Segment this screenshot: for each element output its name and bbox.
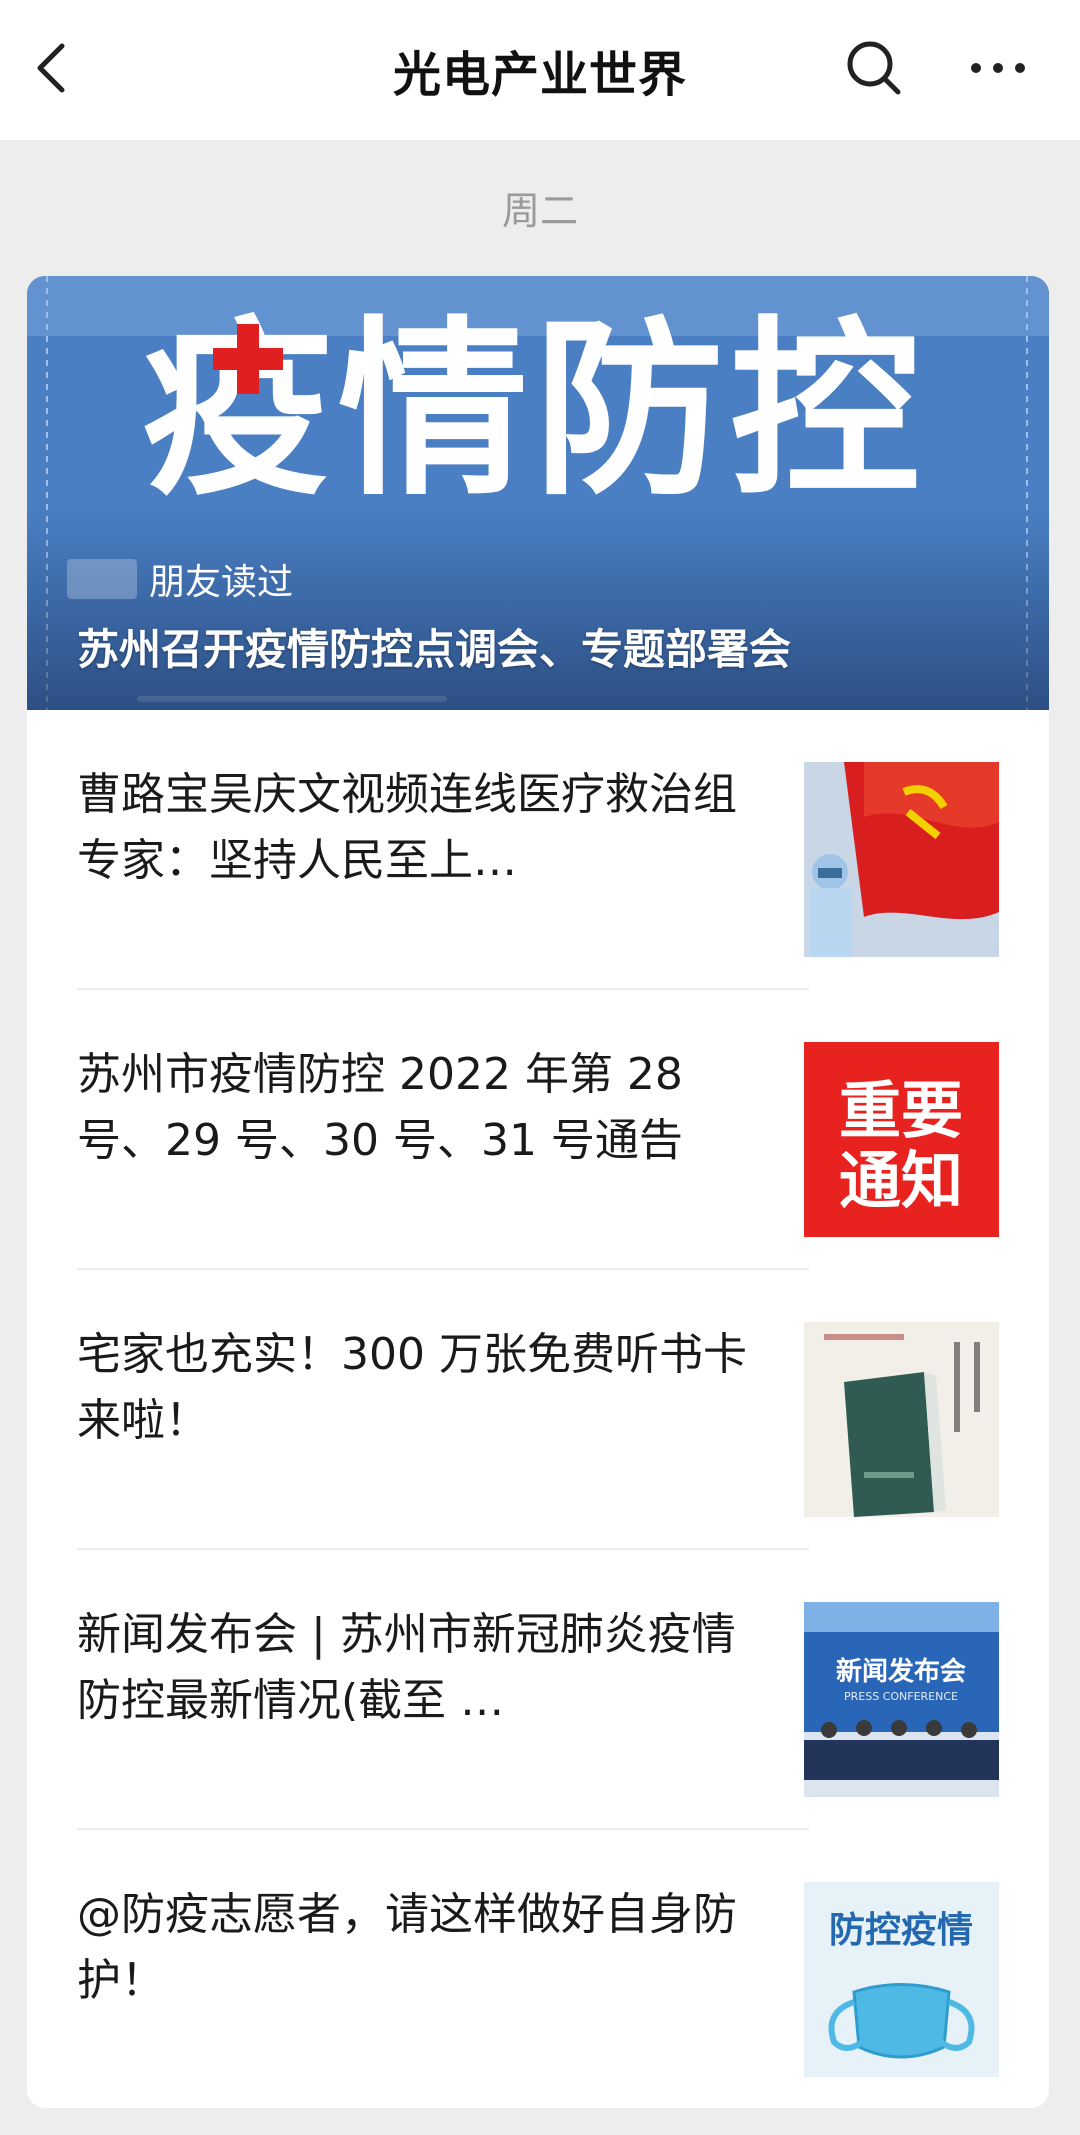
mask-thumb-text: 防控疫情 (829, 1910, 973, 1951)
article-card: 疫情防控 朋友读过 苏州召开疫情防控点调会、专题部署会 曹路宝吴庆文视频连线医疗… (27, 276, 1049, 2108)
mask-thumbnail: 防控疫情 (804, 1882, 999, 2077)
press-thumb-title: 新闻发布会 (836, 1656, 966, 1687)
friend-read-badge: 朋友读过 (67, 556, 294, 603)
friend-read-text: 朋友读过 (149, 562, 294, 603)
list-item[interactable]: 苏州市疫情防控 2022 年第 28 号、29 号、30 号、31 号通告 重要… (27, 990, 1049, 1270)
hero-article[interactable]: 疫情防控 朋友读过 苏州召开疫情防控点调会、专题部署会 (27, 276, 1049, 710)
list-item[interactable]: 曹路宝吴庆文视频连线医疗救治组专家：坚持人民至上… (27, 710, 1049, 990)
list-item[interactable]: 宅家也充实！300 万张免费听书卡来啦！ (27, 1270, 1049, 1550)
notice-thumb-text-2: 通知 (839, 1144, 963, 1217)
page-title: 光电产业世界 (392, 47, 687, 103)
article-title: 苏州市疫情防控 2022 年第 28 号、29 号、30 号、31 号通告 (77, 1049, 683, 1166)
list-item[interactable]: 新闻发布会 | 苏州市新冠肺炎疫情防控最新情况(截至 … 新闻发布会 PRESS… (27, 1550, 1049, 1830)
article-title: 新闻发布会 | 苏州市新冠肺炎疫情防控最新情况(截至 … (77, 1609, 736, 1726)
article-title: @防疫志愿者，请这样做好自身防护！ (77, 1889, 737, 2006)
more-button[interactable] (966, 36, 1030, 100)
search-icon (847, 41, 901, 95)
search-button[interactable] (842, 36, 906, 100)
press-thumb-subtitle: PRESS CONFERENCE (844, 1690, 958, 1703)
more-dots-icon (971, 63, 1025, 73)
friend-avatar (67, 559, 137, 599)
hero-shade (27, 506, 1049, 710)
notice-thumb-text: 重要 (839, 1074, 963, 1147)
date-label: 周二 (501, 189, 578, 233)
top-bar: 光电产业世界 (0, 0, 1080, 140)
hero-title: 苏州召开疫情防控点调会、专题部署会 (77, 625, 792, 674)
article-title: 宅家也充实！300 万张免费听书卡来啦！ (77, 1329, 747, 1446)
hero-banner-text: 疫情防控 (142, 300, 926, 521)
important-notice-thumbnail: 重要 通知 (804, 1042, 999, 1237)
press-conference-thumbnail: 新闻发布会 PRESS CONFERENCE (804, 1602, 999, 1797)
list-item[interactable]: @防疫志愿者，请这样做好自身防护！ 防控疫情 (27, 1830, 1049, 2108)
article-title: 曹路宝吴庆文视频连线医疗救治组专家：坚持人民至上… (77, 769, 737, 886)
back-chevron-icon (37, 43, 65, 93)
back-button[interactable] (26, 36, 78, 100)
book-cover-thumbnail (804, 1322, 999, 1517)
flag-photo-thumbnail (804, 762, 999, 957)
